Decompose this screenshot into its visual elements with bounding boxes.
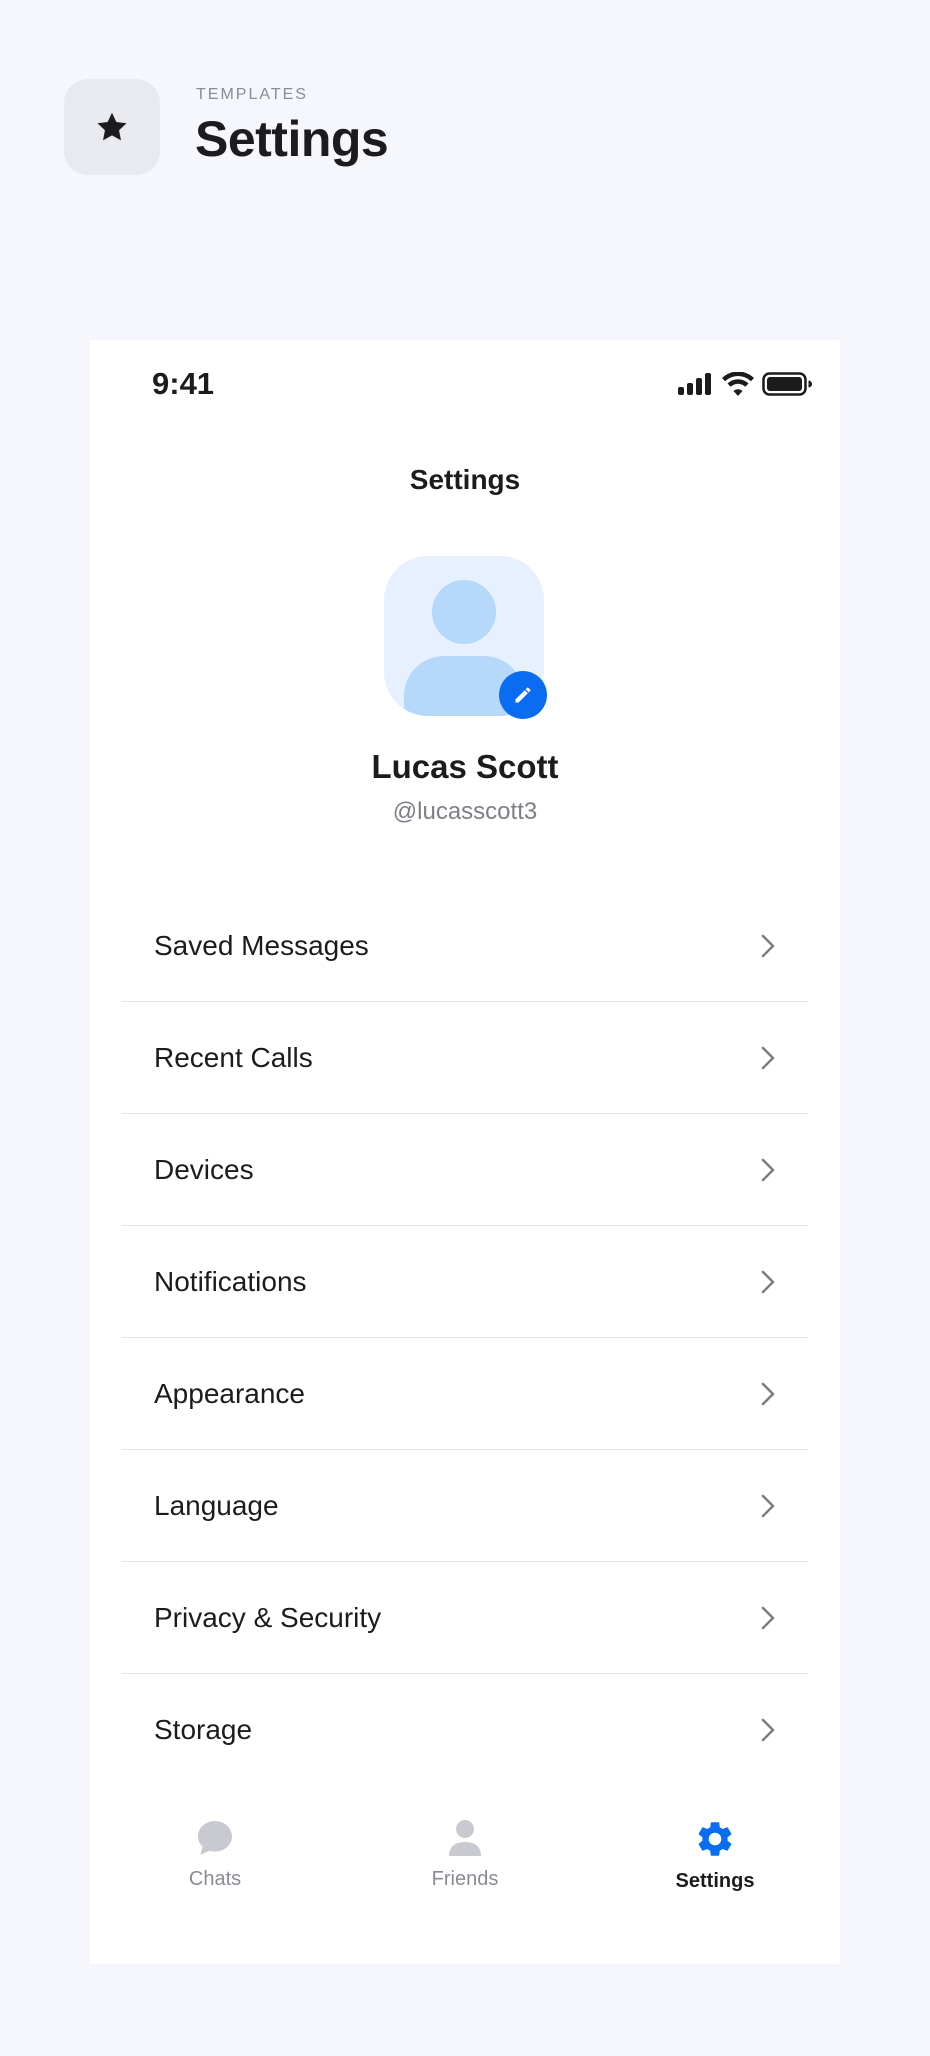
menu-item-notifications[interactable]: Notifications (122, 1226, 808, 1338)
chevron-right-icon (761, 1158, 775, 1181)
tab-label: Settings (675, 1870, 755, 1892)
chat-bubble-icon (198, 1821, 232, 1855)
menu-item-label: Recent Calls (154, 1041, 313, 1073)
tab-label: Chats (188, 1868, 242, 1890)
settings-menu: Saved Messages Recent Calls Devices Noti… (122, 890, 808, 1786)
tab-bar: Chats Friends Settings (90, 1808, 840, 1928)
chevron-right-icon (761, 934, 775, 957)
menu-item-storage[interactable]: Storage (122, 1674, 808, 1786)
tab-label: Friends (431, 1868, 499, 1890)
menu-item-label: Notifications (154, 1265, 307, 1297)
person-icon (449, 1820, 481, 1856)
page-title: Settings (195, 111, 389, 167)
menu-item-label: Saved Messages (154, 929, 369, 961)
chevron-right-icon (761, 1046, 775, 1069)
signal-icon (678, 373, 711, 395)
tab-chats[interactable]: Chats (90, 1808, 340, 1928)
menu-item-label: Devices (154, 1153, 254, 1185)
status-icons (678, 372, 812, 396)
menu-item-saved-messages[interactable]: Saved Messages (122, 890, 808, 1002)
tab-friends[interactable]: Friends (340, 1808, 590, 1928)
phone-screen: 9:41 Settings Lucas Scott @lucasscott3 S… (90, 340, 840, 1964)
tab-settings[interactable]: Settings (590, 1808, 840, 1928)
menu-item-privacy-security[interactable]: Privacy & Security (122, 1562, 808, 1674)
status-time: 9:41 (152, 366, 215, 401)
wifi-icon (722, 372, 754, 396)
gear-icon (698, 1822, 732, 1856)
menu-item-appearance[interactable]: Appearance (122, 1338, 808, 1450)
menu-item-label: Privacy & Security (154, 1601, 382, 1633)
chevron-right-icon (761, 1494, 775, 1517)
edit-avatar-button[interactable] (499, 671, 547, 719)
menu-item-label: Language (154, 1489, 279, 1521)
battery-icon (762, 372, 812, 396)
avatar-head-shape (432, 580, 496, 644)
chevron-right-icon (761, 1382, 775, 1405)
template-badge (64, 79, 160, 175)
pencil-icon (515, 687, 531, 703)
menu-item-label: Storage (154, 1714, 253, 1745)
menu-item-language[interactable]: Language (122, 1450, 808, 1562)
menu-item-devices[interactable]: Devices (122, 1114, 808, 1226)
chevron-right-icon (761, 1270, 775, 1293)
star-icon (97, 112, 127, 141)
menu-item-label: Appearance (154, 1377, 306, 1409)
screen-title: Settings (409, 464, 521, 495)
profile-handle: @lucasscott3 (392, 798, 538, 825)
header-eyebrow: TEMPLATES (196, 86, 308, 103)
chevron-right-icon (761, 1606, 775, 1629)
menu-item-recent-calls[interactable]: Recent Calls (122, 1002, 808, 1114)
chevron-right-icon (761, 1718, 775, 1742)
profile-name: Lucas Scott (371, 748, 559, 785)
